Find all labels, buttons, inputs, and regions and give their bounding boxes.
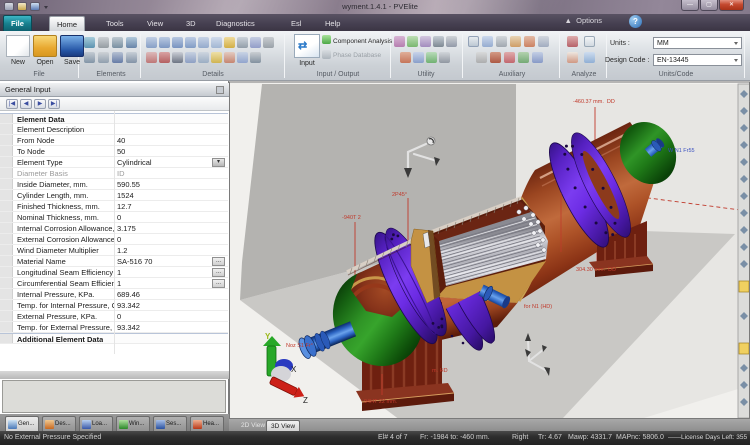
svg-text:for N1 (HD): for N1 (HD) [524,304,552,310]
svg-text:-460.37 mm. DD: -460.37 mm. DD [573,99,615,105]
svg-text:-940T 2: -940T 2 [342,215,361,221]
svg-text:2P45°: 2P45° [392,192,407,198]
svg-text:94HT 22 mm.: 94HT 22 mm. [364,399,398,405]
svg-text:304.30 mm. DD: 304.30 mm. DD [576,267,616,273]
svg-text:m. HD: m. HD [432,368,448,374]
svg-text:Noz S1 Fr°: Noz S1 Fr° [286,343,313,349]
svg-text:W N1 Fr55: W N1 Fr55 [668,148,695,154]
svg-text:X: X [291,365,297,374]
svg-text:Z: Z [303,396,308,405]
